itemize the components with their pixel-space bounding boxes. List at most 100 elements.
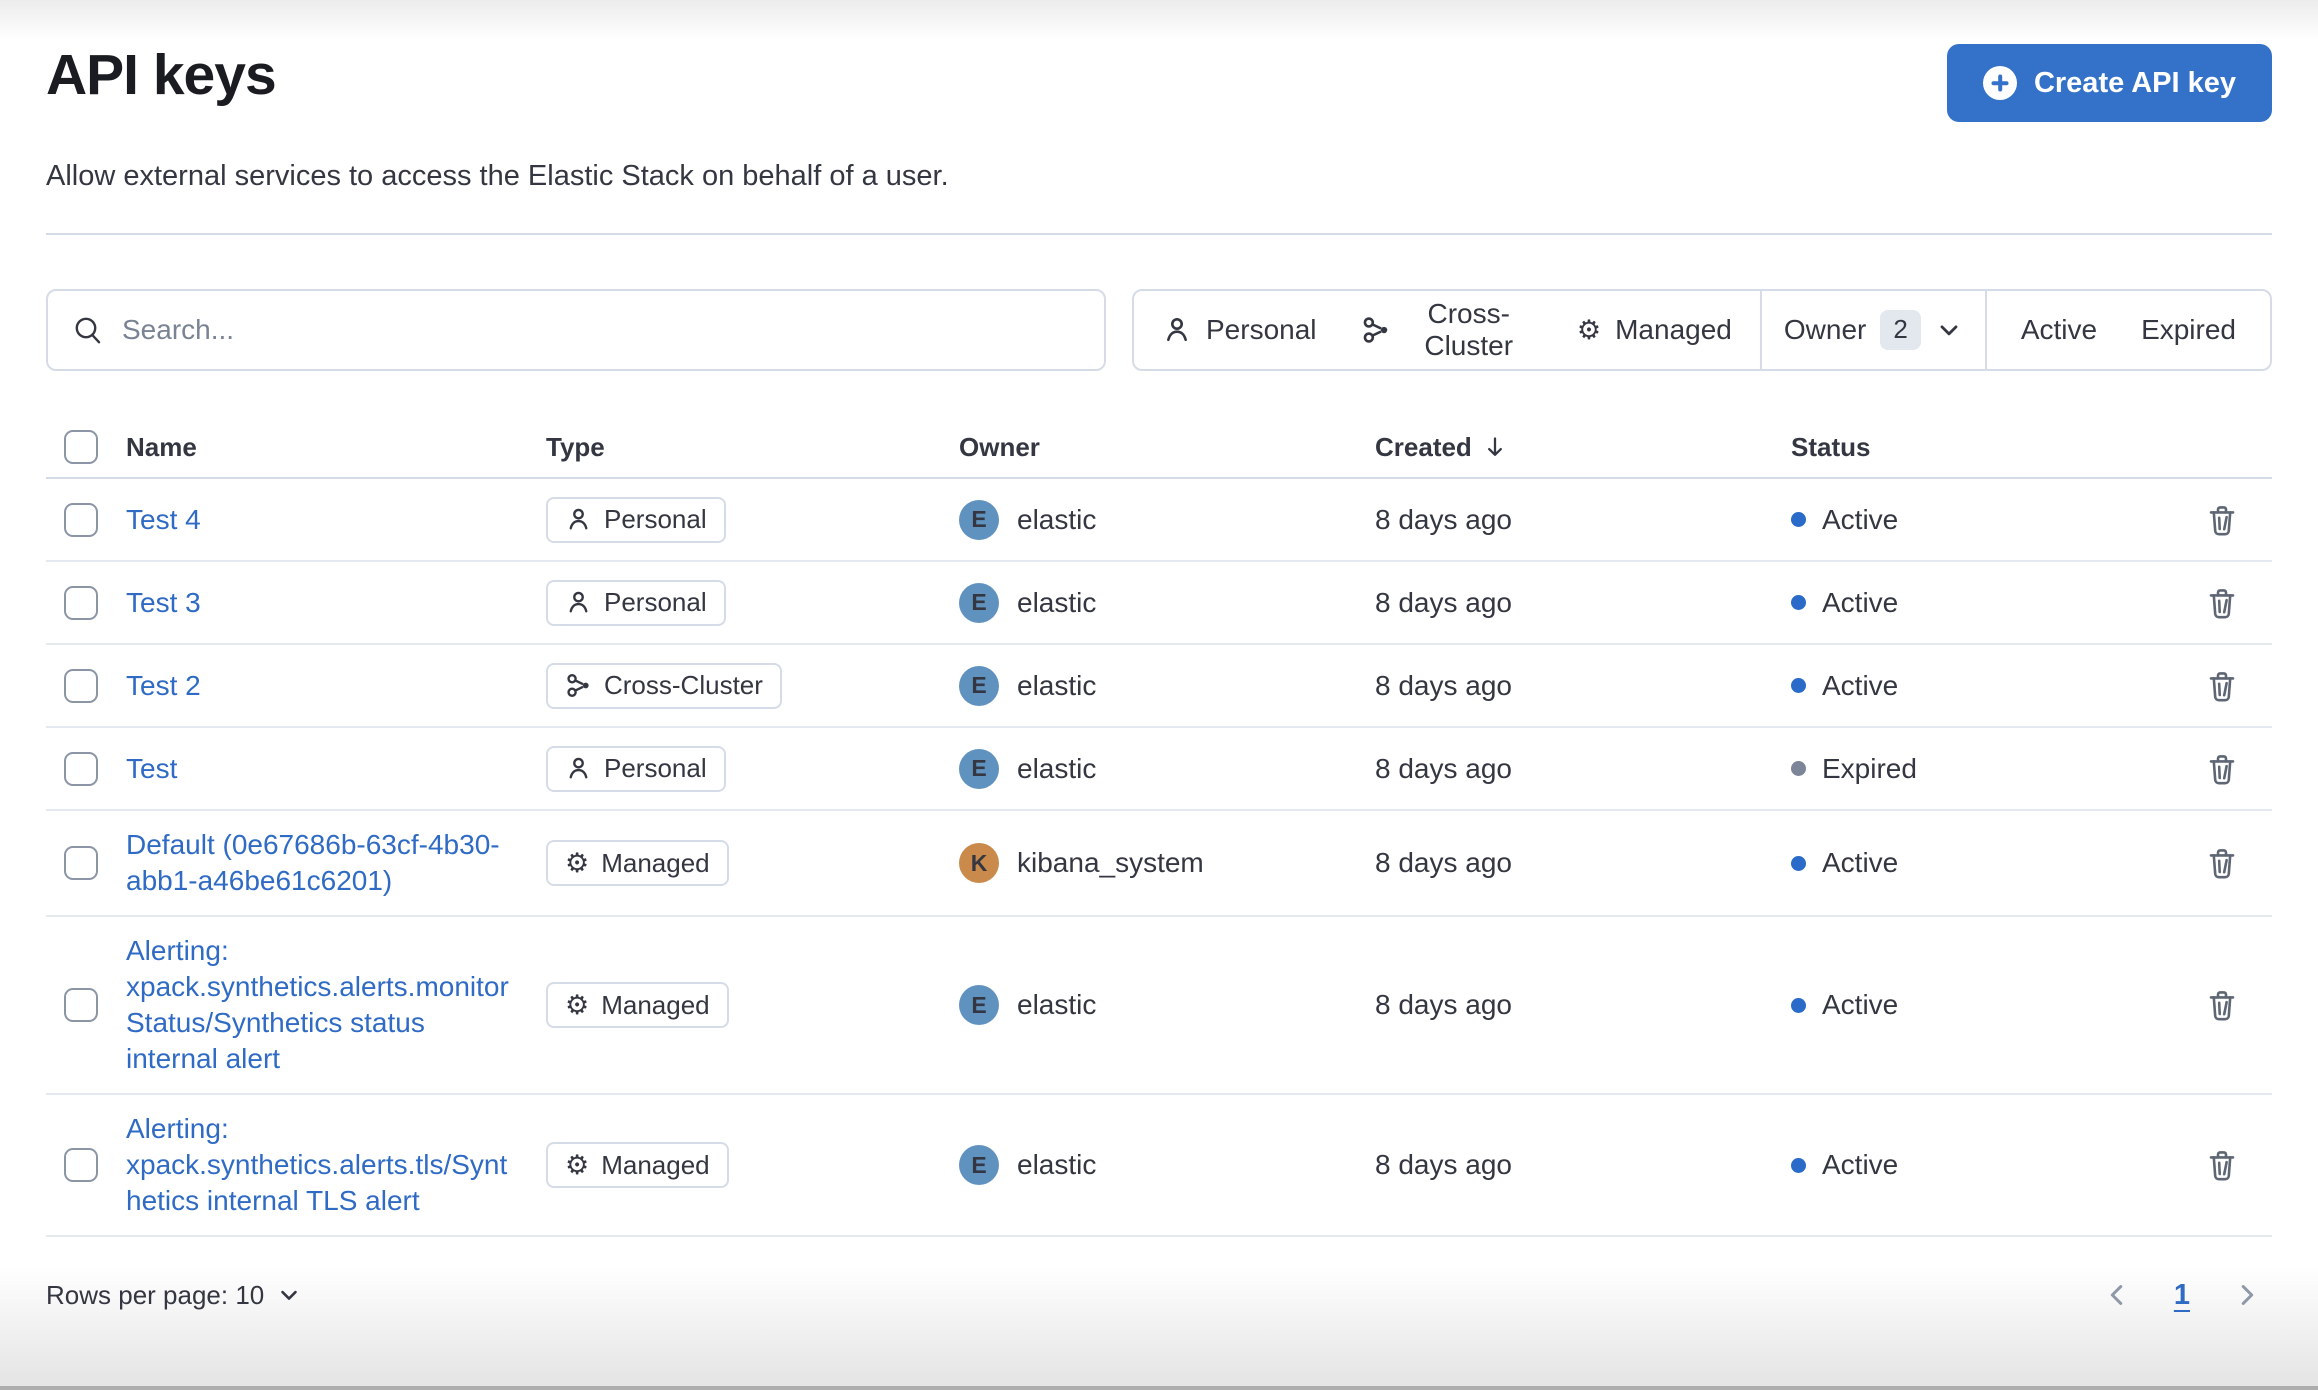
delete-button[interactable]: [2200, 747, 2244, 791]
user-icon: [565, 589, 592, 616]
page-header: API keys Create API key: [46, 0, 2272, 122]
owner-count-badge: 2: [1880, 310, 1921, 350]
pager: 1: [2102, 1279, 2272, 1312]
delete-button[interactable]: [2200, 581, 2244, 625]
filter-active[interactable]: Active: [1999, 291, 2119, 369]
row-checkbox[interactable]: [64, 846, 98, 880]
table-row: Test Personal Eelastic 8 days ago Expire…: [46, 728, 2272, 811]
status-label: Active: [1822, 1149, 1899, 1180]
gear-icon: ⚙︎: [565, 1149, 590, 1180]
table-row: Test 4 Personal Eelastic 8 days ago Acti…: [46, 479, 2272, 562]
type-badge: ⚙︎ Managed: [546, 982, 729, 1028]
status-dot: [1791, 855, 1806, 871]
type-filters: Personal Cross-Cluster ⚙︎ Managed: [1134, 291, 1760, 369]
table-header-row: Name Type Owner Created Status: [46, 417, 2272, 479]
column-header-created[interactable]: Created: [1375, 432, 1791, 463]
owner-name: elastic: [1017, 1149, 1097, 1180]
avatar: K: [959, 843, 999, 883]
user-icon: [565, 755, 592, 782]
column-header-status[interactable]: Status: [1791, 432, 2200, 463]
api-key-name-link[interactable]: Test 3: [126, 585, 201, 621]
row-checkbox[interactable]: [64, 751, 98, 786]
avatar: E: [959, 748, 999, 789]
table-row: Test 2 Cross-Cluster Eelastic 8 days ago…: [46, 645, 2272, 728]
filter-owner[interactable]: Owner 2: [1762, 291, 1985, 369]
page-1-link[interactable]: 1: [2174, 1279, 2190, 1312]
chevron-right-icon: [2232, 1280, 2262, 1310]
api-key-name-link[interactable]: Alerting: xpack.synthetics.alerts.monito…: [126, 933, 522, 1077]
delete-button[interactable]: [2200, 841, 2244, 885]
user-icon: [565, 506, 592, 533]
user-icon: [1162, 315, 1192, 345]
filter-personal-label: Personal: [1206, 314, 1317, 345]
api-keys-table: Name Type Owner Created Status Test 4 Pe…: [46, 417, 2272, 1237]
filter-personal[interactable]: Personal: [1140, 291, 1339, 369]
search-box[interactable]: [46, 289, 1106, 371]
type-badge: Personal: [546, 745, 726, 792]
created-cell: 8 days ago: [1375, 847, 1512, 878]
select-all-checkbox[interactable]: [64, 430, 98, 464]
chevron-down-icon: [1935, 316, 1963, 344]
avatar: E: [959, 499, 999, 540]
column-header-name[interactable]: Name: [126, 432, 546, 463]
owner-name: elastic: [1017, 503, 1097, 535]
owner-name: elastic: [1017, 752, 1097, 784]
owner-name: elastic: [1017, 989, 1097, 1020]
page-subtitle: Allow external services to access the El…: [46, 160, 949, 192]
delete-button[interactable]: [2200, 664, 2244, 708]
rows-per-page-button[interactable]: Rows per page: 10: [46, 1280, 302, 1311]
create-api-key-label: Create API key: [2033, 66, 2236, 99]
row-checkbox[interactable]: [64, 502, 98, 537]
table-pagination: Rows per page: 10 1: [46, 1263, 2272, 1327]
search-icon: [72, 314, 104, 346]
column-header-type[interactable]: Type: [546, 432, 959, 463]
type-badge: Personal: [546, 579, 726, 626]
row-checkbox[interactable]: [64, 1148, 98, 1182]
status-dot: [1791, 761, 1806, 776]
api-key-name-link[interactable]: Default (0e67686b-63cf-4b30-abb1-a46be61…: [126, 827, 522, 899]
gear-icon: ⚙︎: [565, 989, 590, 1020]
delete-button[interactable]: [2200, 498, 2244, 542]
type-badge: Cross-Cluster: [546, 662, 782, 709]
status-label: Active: [1822, 989, 1899, 1020]
filter-group: Personal Cross-Cluster ⚙︎ Managed Owner …: [1132, 289, 2272, 371]
table-row: Default (0e67686b-63cf-4b30-abb1-a46be61…: [46, 811, 2272, 917]
avatar: E: [959, 665, 999, 706]
next-page-button[interactable]: [2232, 1280, 2262, 1310]
filter-managed[interactable]: ⚙︎ Managed: [1555, 291, 1754, 369]
avatar: E: [959, 582, 999, 623]
status-dot: [1791, 512, 1806, 527]
filter-cross-cluster-label: Cross-Cluster: [1424, 298, 1514, 361]
type-badge: Personal: [546, 496, 726, 543]
avatar: E: [959, 1145, 999, 1185]
status-label: Expired: [1822, 752, 1917, 784]
cluster-icon: [1361, 315, 1391, 345]
column-header-owner[interactable]: Owner: [959, 432, 1375, 463]
row-checkbox[interactable]: [64, 668, 98, 703]
create-api-key-button[interactable]: Create API key: [1946, 44, 2272, 122]
status-dot: [1791, 678, 1806, 693]
filter-expired[interactable]: Expired: [2119, 291, 2258, 369]
header-divider: [46, 233, 2272, 235]
row-checkbox[interactable]: [64, 988, 98, 1022]
created-cell: 8 days ago: [1375, 503, 1512, 535]
status-label: Active: [1822, 847, 1899, 878]
prev-page-button[interactable]: [2102, 1280, 2132, 1310]
table-row: Test 3 Personal Eelastic 8 days ago Acti…: [46, 562, 2272, 645]
toolbar: Personal Cross-Cluster ⚙︎ Managed Owner …: [46, 289, 2272, 371]
status-label: Active: [1822, 586, 1899, 618]
api-key-name-link[interactable]: Test: [126, 751, 177, 787]
owner-filter-section: Owner 2: [1759, 291, 1985, 369]
api-key-name-link[interactable]: Alerting: xpack.synthetics.alerts.tls/Sy…: [126, 1111, 522, 1219]
api-key-name-link[interactable]: Test 2: [126, 668, 201, 704]
delete-button[interactable]: [2200, 1143, 2244, 1187]
status-label: Active: [1822, 669, 1899, 701]
search-input[interactable]: [122, 314, 1080, 346]
api-key-name-link[interactable]: Test 4: [126, 502, 201, 538]
owner-name: elastic: [1017, 669, 1097, 701]
delete-button[interactable]: [2200, 983, 2244, 1027]
filter-cross-cluster[interactable]: Cross-Cluster: [1339, 291, 1555, 369]
row-checkbox[interactable]: [64, 585, 98, 620]
filter-expired-label: Expired: [2141, 314, 2236, 345]
gear-icon: ⚙︎: [1576, 314, 1602, 345]
